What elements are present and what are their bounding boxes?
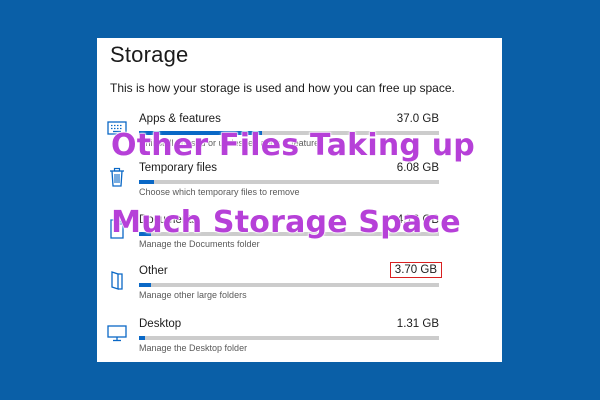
storage-panel: Storage This is how your storage is used… (97, 38, 502, 362)
usage-bar-fill (139, 131, 262, 135)
usage-bar-fill (139, 180, 154, 184)
storage-item-desc: Manage the Documents folder (139, 239, 260, 249)
storage-item-apps[interactable]: Apps & features 37.0 GB Uninstall unused… (97, 113, 502, 161)
storage-item-name: Desktop (139, 318, 182, 330)
storage-item-temporary[interactable]: Temporary files 6.08 GB Choose which tem… (97, 162, 502, 210)
usage-bar (139, 336, 439, 340)
storage-item-name: Temporary files (139, 162, 217, 174)
document-icon (110, 219, 124, 239)
storage-item-size-highlighted: 3.70 GB (389, 262, 442, 278)
usage-bar (139, 131, 439, 135)
storage-item-name: Other (139, 265, 168, 277)
storage-item-documents[interactable]: Documents 4.76 GB Manage the Documents f… (97, 214, 502, 262)
page-title: Storage (110, 42, 189, 67)
usage-bar-fill (139, 336, 145, 340)
trash-icon (110, 167, 124, 187)
storage-item-size: 6.08 GB (396, 162, 439, 174)
storage-item-desc: Choose which temporary files to remove (139, 187, 300, 197)
monitor-icon (107, 325, 127, 342)
folder-icon (111, 271, 123, 290)
storage-item-desktop[interactable]: Desktop 1.31 GB Manage the Desktop folde… (97, 318, 502, 362)
storage-item-size: 4.76 GB (396, 214, 439, 226)
usage-bar (139, 283, 439, 287)
page-intro: This is how your storage is used and how… (110, 81, 455, 95)
storage-item-desc: Manage other large folders (139, 290, 247, 300)
storage-item-name: Apps & features (139, 113, 221, 125)
storage-item-size: 1.31 GB (396, 318, 439, 330)
usage-bar (139, 180, 439, 184)
usage-bar-fill (139, 283, 151, 287)
storage-item-desc: Manage the Desktop folder (139, 343, 248, 353)
keyboard-icon (107, 121, 127, 135)
storage-item-desc: Uninstall unused or undesired apps & fea… (139, 138, 324, 148)
usage-bar (139, 232, 439, 236)
usage-bar-fill (139, 232, 151, 236)
storage-item-name: Documents (139, 214, 198, 226)
storage-item-size: 37.0 GB (396, 113, 439, 125)
storage-item-other[interactable]: Other 3.70 GB Manage other large folders (97, 262, 502, 313)
